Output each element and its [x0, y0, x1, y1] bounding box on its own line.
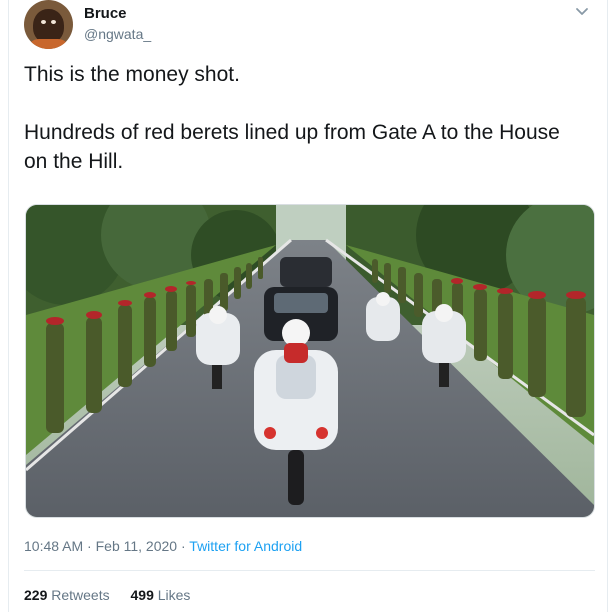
chevron-down-icon[interactable] — [573, 2, 591, 20]
retweets-label: Retweets — [51, 587, 110, 603]
tweet-paragraph: Hundreds of red berets lined up from Gat… — [24, 121, 560, 173]
likes-stat[interactable]: 499 Likes — [131, 587, 191, 603]
tweet-photo[interactable] — [25, 204, 595, 518]
tweet-date[interactable]: Feb 11, 2020 — [96, 538, 177, 554]
display-name[interactable]: Bruce — [84, 5, 127, 22]
tweet-stats: 229 Retweets 499 Likes — [24, 587, 207, 603]
timeline-border-left — [8, 0, 9, 612]
meta-separator: · — [177, 538, 190, 554]
likes-count: 499 — [130, 587, 154, 603]
tweet-card: Bruce @ngwata_ This is the money shot. H… — [0, 0, 611, 612]
divider — [24, 570, 595, 571]
retweets-count: 229 — [24, 587, 48, 603]
retweets-stat[interactable]: 229 Retweets — [24, 587, 110, 603]
user-handle[interactable]: @ngwata_ — [84, 26, 151, 42]
tweet-header: Bruce @ngwata_ — [24, 0, 595, 49]
timeline-border-right — [607, 0, 608, 612]
tweet-time[interactable]: 10:48 AM — [24, 538, 83, 554]
tweet-meta: 10:48 AM · Feb 11, 2020 · Twitter for An… — [24, 538, 302, 554]
meta-separator: · — [83, 538, 96, 554]
tweet-source-link[interactable]: Twitter for Android — [189, 538, 302, 554]
avatar[interactable] — [24, 0, 73, 49]
tweet-paragraph: This is the money shot. — [24, 63, 240, 86]
likes-label: Likes — [157, 587, 191, 603]
tweet-text: This is the money shot. Hundreds of red … — [24, 60, 584, 176]
